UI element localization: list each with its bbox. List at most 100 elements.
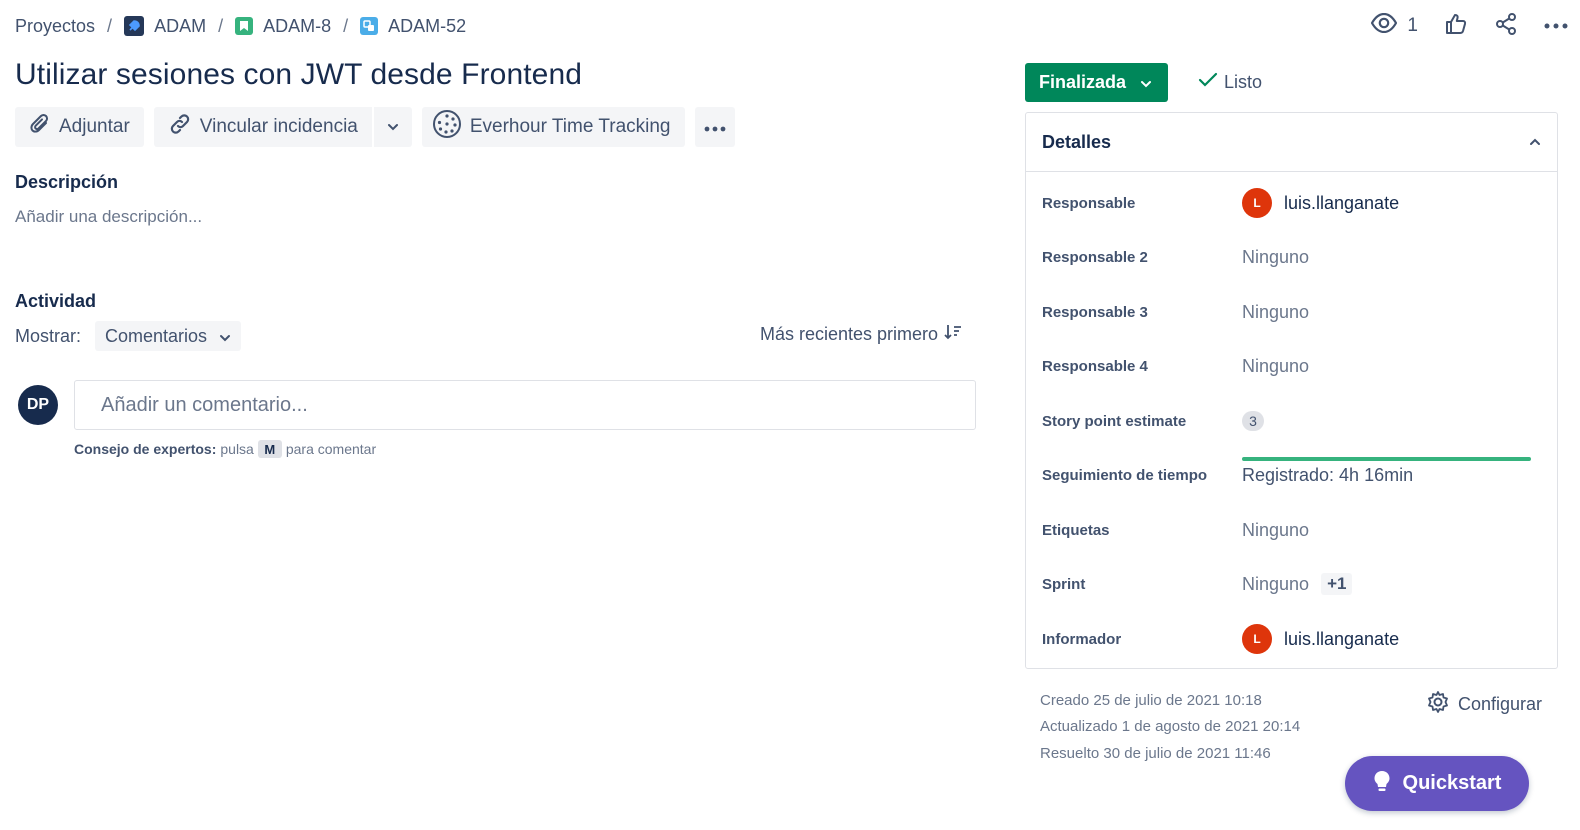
activity-heading: Actividad xyxy=(15,291,97,311)
description-heading: Descripción xyxy=(15,172,119,192)
link-issue-split: Vincular incidencia xyxy=(153,107,412,147)
assignee-name: luis.llanganate xyxy=(1284,192,1400,213)
breadcrumb-projects-link[interactable]: Proyectos xyxy=(15,16,95,37)
sprint-name: Ninguno xyxy=(1242,573,1310,594)
more-actions-button[interactable] xyxy=(1544,17,1568,35)
time-logged-text: Registrado: 4h 16min xyxy=(1242,465,1414,485)
issue-top-actions: 1 xyxy=(1371,10,1568,42)
breadcrumb-epic-link[interactable]: ADAM-8 xyxy=(235,16,331,37)
assignee-4-value[interactable]: Ninguno xyxy=(1242,356,1309,377)
breadcrumb-separator: / xyxy=(218,15,224,36)
attach-button[interactable]: Adjuntar xyxy=(15,107,144,147)
tip-heading: Consejo de expertos: xyxy=(74,441,217,457)
description-placeholder[interactable]: Añadir una descripción... xyxy=(15,207,202,227)
breadcrumb-issue-label: ADAM-52 xyxy=(388,15,467,36)
labels-value[interactable]: Ninguno xyxy=(1242,520,1309,541)
sort-order-label: Más recientes primero xyxy=(760,324,939,344)
share-button[interactable] xyxy=(1494,12,1518,41)
quickstart-button[interactable]: Quickstart xyxy=(1345,756,1529,811)
everhour-label: Everhour Time Tracking xyxy=(469,116,671,137)
details-header[interactable]: Detalles xyxy=(1026,113,1557,172)
story-points-badge: 3 xyxy=(1242,411,1264,431)
link-issue-dropdown-button[interactable] xyxy=(371,107,412,147)
like-button[interactable] xyxy=(1444,12,1468,41)
share-icon xyxy=(1494,12,1518,41)
issue-title[interactable]: Utilizar sesiones con JWT desde Frontend xyxy=(15,58,582,92)
field-label: Sprint xyxy=(1042,575,1086,593)
breadcrumb-separator: / xyxy=(107,15,113,36)
thumbs-up-icon xyxy=(1444,12,1468,41)
checkmark-icon xyxy=(1198,72,1218,93)
activity-filter-value: Comentarios xyxy=(105,325,208,346)
comment-tip: Consejo de expertos: pulsa M para coment… xyxy=(74,440,376,458)
avatar: L xyxy=(1242,624,1272,654)
chevron-down-icon xyxy=(219,326,231,347)
time-tracking-bar xyxy=(1242,457,1531,461)
comment-input[interactable]: Añadir un comentario... xyxy=(74,380,976,430)
updated-date: Actualizado 1 de agosto de 2021 20:14 xyxy=(1040,718,1301,735)
attach-label: Adjuntar xyxy=(59,116,130,137)
status-label: Finalizada xyxy=(1039,72,1127,92)
created-date: Creado 25 de julio de 2021 10:18 xyxy=(1040,692,1262,709)
status-dropdown-button[interactable]: Finalizada xyxy=(1025,63,1168,102)
chevron-down-icon xyxy=(1140,72,1152,93)
breadcrumb-separator: / xyxy=(343,15,349,36)
quickstart-label: Quickstart xyxy=(1402,772,1502,794)
paperclip-icon xyxy=(29,113,51,141)
toolbar-more-button[interactable] xyxy=(694,107,735,147)
field-label: Story point estimate xyxy=(1042,412,1187,430)
breadcrumb-project-link[interactable]: ADAM xyxy=(124,16,206,37)
gear-icon xyxy=(1426,690,1450,719)
more-dots-icon xyxy=(704,116,726,138)
resolved-date: Resuelto 30 de julio de 2021 11:46 xyxy=(1040,745,1271,762)
time-tracking-value[interactable]: Registrado: 4h 16min xyxy=(1242,457,1531,486)
activity-filter-select[interactable]: Comentarios xyxy=(95,321,242,351)
field-label: Etiquetas xyxy=(1042,521,1110,539)
lightbulb-icon xyxy=(1373,770,1391,798)
details-panel: Detalles Responsable L luis.llanganate R… xyxy=(1025,112,1558,669)
tip-pre-text: pulsa xyxy=(220,441,254,457)
chevron-up-icon xyxy=(1529,133,1541,151)
issue-toolbar: Adjuntar Vincular incidencia Everhour Ti… xyxy=(15,107,735,147)
link-icon xyxy=(168,112,192,142)
keyboard-shortcut-key: M xyxy=(257,440,282,458)
assignee-2-value[interactable]: Ninguno xyxy=(1242,247,1309,268)
link-issue-button[interactable]: Vincular incidencia xyxy=(153,107,372,147)
field-story-points: Story point estimate 3 xyxy=(1026,401,1557,441)
field-label: Responsable 4 xyxy=(1042,357,1148,375)
field-time-tracking: Seguimiento de tiempo Registrado: 4h 16m… xyxy=(1026,455,1557,495)
breadcrumb: Proyectos / ADAM / ADAM-8 / ADAM-52 xyxy=(15,14,466,38)
reporter-value[interactable]: L luis.llanganate xyxy=(1242,624,1399,654)
assignee-3-value[interactable]: Ninguno xyxy=(1242,302,1309,323)
field-label: Responsable xyxy=(1042,194,1136,212)
watch-button[interactable]: 1 xyxy=(1371,12,1418,39)
subtask-icon xyxy=(360,17,379,35)
breadcrumb-project-label: ADAM xyxy=(154,15,207,36)
more-dots-icon xyxy=(1544,17,1568,35)
everhour-button[interactable]: Everhour Time Tracking xyxy=(421,107,685,147)
breadcrumb-issue-link[interactable]: ADAM-52 xyxy=(360,16,466,37)
field-label: Informador xyxy=(1042,630,1122,648)
avatar: DP xyxy=(18,385,58,425)
sprint-extra-badge[interactable]: +1 xyxy=(1321,573,1353,595)
tip-post-text: para comentar xyxy=(285,441,377,457)
field-assignee: Responsable L luis.llanganate xyxy=(1026,183,1557,223)
sort-order-button[interactable]: Más recientes primero xyxy=(760,324,962,345)
reporter-name: luis.llanganate xyxy=(1284,628,1400,649)
field-labels: Etiquetas Ninguno xyxy=(1026,510,1557,550)
field-sprint: Sprint Ninguno +1 xyxy=(1026,564,1557,604)
chevron-down-icon xyxy=(387,118,399,136)
story-points-value[interactable]: 3 xyxy=(1242,411,1264,431)
sprint-value[interactable]: Ninguno +1 xyxy=(1242,573,1353,595)
field-label: Responsable 2 xyxy=(1042,248,1148,266)
configure-label: Configurar xyxy=(1458,694,1543,714)
link-issue-label: Vincular incidencia xyxy=(199,116,358,137)
resolution-indicator: Listo xyxy=(1198,72,1262,93)
activity-filter-row: Mostrar: Comentarios xyxy=(15,321,242,351)
story-bookmark-icon xyxy=(235,17,254,35)
assignee-value[interactable]: L luis.llanganate xyxy=(1242,188,1399,218)
details-title: Detalles xyxy=(1042,131,1112,152)
configure-button[interactable]: Configurar xyxy=(1426,690,1542,719)
everhour-clock-icon xyxy=(432,109,462,145)
field-label: Responsable 3 xyxy=(1042,303,1148,321)
